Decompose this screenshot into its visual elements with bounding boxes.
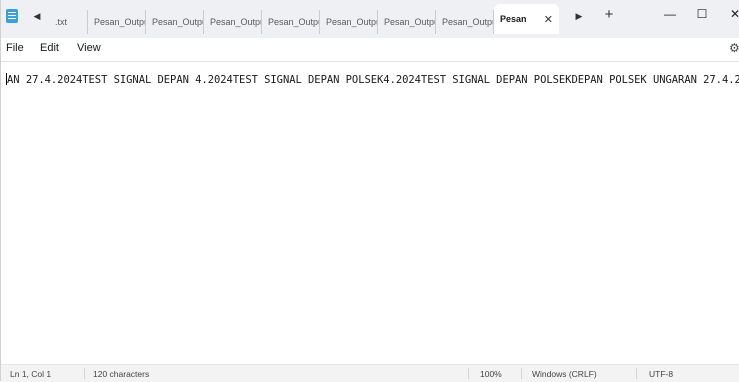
menu-view[interactable]: View <box>77 42 101 54</box>
line-ending[interactable]: Windows (CRLF) <box>532 369 597 379</box>
encoding[interactable]: UTF-8 <box>649 369 673 379</box>
close-window-button[interactable]: ✕ <box>720 4 739 24</box>
tab-pesan-output-5[interactable]: Pesan_Outpu <box>320 10 378 34</box>
status-bar: Ln 1, Col 1 120 characters 100% Windows … <box>1 364 739 382</box>
tab-pesan-output-3[interactable]: Pesan_Outpu <box>204 10 262 34</box>
editor-text: AN 27.4.2024TEST SIGNAL DEPAN 4.2024TEST… <box>7 74 739 86</box>
scroll-tabs-right-button[interactable]: ▶ <box>574 10 584 22</box>
new-tab-button[interactable]: + <box>602 6 616 24</box>
status-separator <box>636 368 637 379</box>
menu-file[interactable]: File <box>6 42 24 54</box>
notepad-window: ◀ .txt Pesan_Outpu Pesan_Outpu Pesan_Out… <box>0 0 739 382</box>
status-separator <box>521 368 522 379</box>
menu-edit[interactable]: Edit <box>40 42 59 54</box>
gear-icon[interactable]: ⚙ <box>729 41 739 55</box>
tab-txt[interactable]: .txt <box>53 10 88 34</box>
active-tab-label: Pesan <box>500 14 527 24</box>
tab-strip: .txt Pesan_Outpu Pesan_Outpu Pesan_Outpu… <box>53 4 559 34</box>
status-separator <box>468 368 469 379</box>
character-count: 120 characters <box>93 369 150 379</box>
tab-pesan-output-6[interactable]: Pesan_Outpu <box>378 10 436 34</box>
close-tab-icon[interactable]: ✕ <box>544 13 553 26</box>
notepad-icon <box>6 9 18 23</box>
menu-bar: File Edit View ⚙ <box>1 38 739 60</box>
zoom-level[interactable]: 100% <box>480 369 502 379</box>
tab-pesan-output-1[interactable]: Pesan_Outpu <box>88 10 146 34</box>
tab-pesan-output-7[interactable]: Pesan_Outpu <box>436 10 494 34</box>
maximize-button[interactable]: ☐ <box>687 4 717 24</box>
tab-pesan-output-2[interactable]: Pesan_Outpu <box>146 10 204 34</box>
status-separator <box>84 368 85 379</box>
text-editor[interactable]: AN 27.4.2024TEST SIGNAL DEPAN 4.2024TEST… <box>1 62 739 364</box>
tab-pesan-output-4[interactable]: Pesan_Outpu <box>262 10 320 34</box>
cursor-position: Ln 1, Col 1 <box>10 369 52 379</box>
title-bar: ◀ .txt Pesan_Outpu Pesan_Outpu Pesan_Out… <box>1 0 739 38</box>
tab-active-pesan[interactable]: Pesan ✕ <box>494 4 559 34</box>
editor-content-line[interactable]: AN 27.4.2024TEST SIGNAL DEPAN 4.2024TEST… <box>6 73 739 86</box>
scroll-tabs-left-button[interactable]: ◀ <box>32 10 42 22</box>
minimize-button[interactable]: — <box>655 4 685 24</box>
